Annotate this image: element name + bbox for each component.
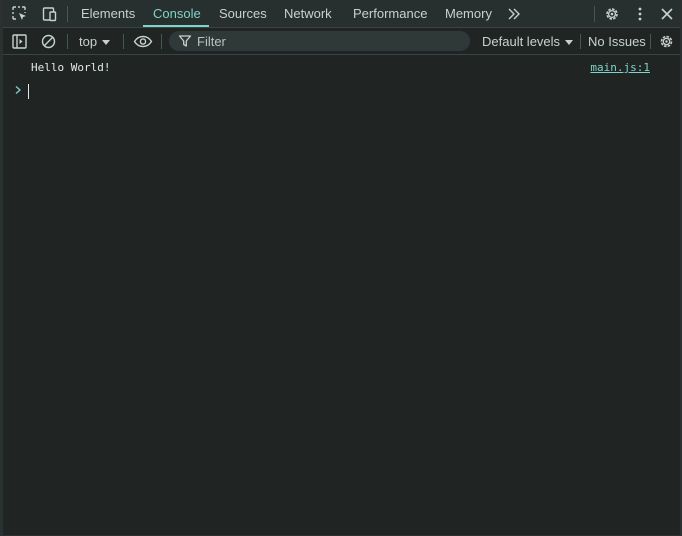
toolbar-separator bbox=[161, 34, 162, 49]
kebab-menu-icon[interactable] bbox=[631, 5, 649, 23]
context-selector-label: top bbox=[79, 34, 98, 49]
filter-input[interactable] bbox=[197, 31, 457, 51]
tab-sources[interactable]: Sources bbox=[219, 0, 267, 27]
tabbar-separator bbox=[594, 6, 595, 22]
toolbar-separator bbox=[123, 34, 124, 49]
filter-box bbox=[169, 31, 470, 51]
log-levels-label: Default levels bbox=[482, 34, 561, 49]
more-tabs-icon[interactable] bbox=[505, 5, 523, 23]
tab-memory[interactable]: Memory bbox=[445, 0, 492, 27]
log-levels-dropdown[interactable]: Default levels bbox=[482, 28, 574, 54]
tab-network[interactable]: Network bbox=[284, 0, 332, 27]
chevron-down-icon bbox=[102, 40, 111, 45]
eye-icon[interactable] bbox=[133, 33, 153, 50]
tab-console[interactable]: Console bbox=[153, 0, 201, 27]
issues-counter[interactable]: No Issues bbox=[588, 28, 646, 54]
text-cursor bbox=[28, 84, 29, 99]
tab-elements[interactable]: Elements bbox=[81, 0, 135, 27]
console-toolbar: top Default levels No Issues bbox=[3, 28, 680, 55]
inspect-element-icon[interactable] bbox=[11, 5, 29, 23]
console-message: Hello World! main.js:1 bbox=[3, 59, 680, 77]
devtools-window: Elements Console Sources Network Perform… bbox=[0, 0, 682, 536]
sidebar-toggle-icon[interactable] bbox=[11, 33, 28, 50]
close-icon[interactable] bbox=[658, 5, 676, 23]
console-message-text: Hello World! bbox=[31, 61, 111, 74]
tab-performance[interactable]: Performance bbox=[353, 0, 427, 27]
console-message-source-link[interactable]: main.js:1 bbox=[590, 61, 650, 74]
context-selector[interactable]: top bbox=[79, 28, 111, 54]
tabbar-separator bbox=[67, 6, 68, 22]
console-prompt[interactable] bbox=[3, 82, 680, 100]
devtools-tab-bar: Elements Console Sources Network Perform… bbox=[3, 0, 680, 28]
toolbar-separator bbox=[650, 34, 651, 49]
console-output[interactable]: Hello World! main.js:1 bbox=[3, 55, 680, 535]
filter-icon bbox=[178, 35, 192, 47]
toolbar-separator bbox=[67, 34, 68, 49]
console-settings-gear-icon[interactable] bbox=[658, 33, 675, 50]
active-tab-indicator bbox=[143, 25, 209, 27]
toolbar-separator bbox=[580, 34, 581, 49]
chevron-right-icon bbox=[15, 86, 21, 94]
gear-icon[interactable] bbox=[603, 5, 621, 23]
clear-console-icon[interactable] bbox=[40, 33, 57, 50]
device-toolbar-icon[interactable] bbox=[40, 5, 58, 23]
chevron-down-icon bbox=[565, 40, 574, 45]
